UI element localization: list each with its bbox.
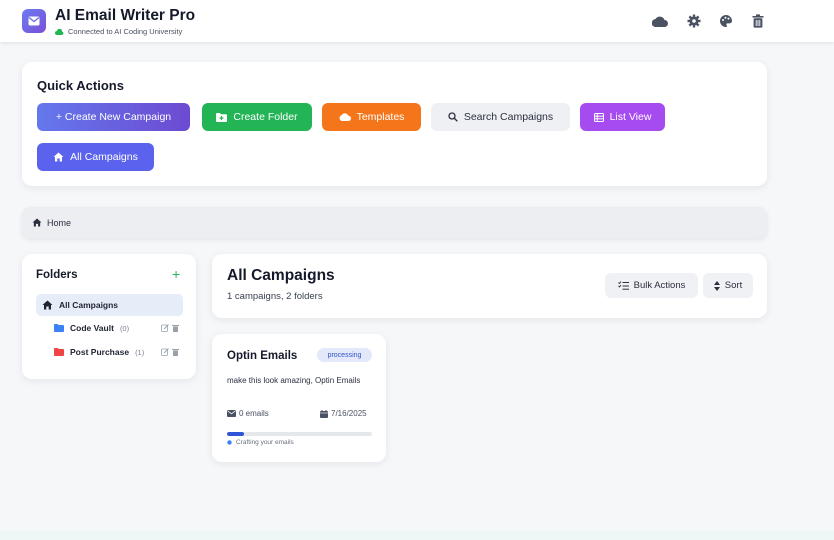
home-icon [42,300,53,310]
connection-status: Connected to AI Coding University [55,27,182,36]
progress-status: Crafting your emails [227,439,294,446]
bulk-actions-button[interactable]: Bulk Actions [605,273,698,298]
folder-count: (1) [135,347,145,357]
list-view-button[interactable]: List View [580,103,665,131]
edit-icon[interactable] [161,324,169,332]
templates-label: Templates [356,111,405,123]
folder-icon [54,324,64,332]
home-icon [32,218,42,227]
bulk-actions-label: Bulk Actions [633,280,686,291]
folder-name: Code Vault [70,323,114,333]
breadcrumb-home[interactable]: Home [47,218,71,228]
all-campaigns-button[interactable]: All Campaigns [37,143,154,171]
page-title: All Campaigns [227,267,335,284]
checklist-icon [617,281,629,290]
folder-item-post-purchase[interactable]: Post Purchase (1) [54,345,144,359]
campaign-email-count: 0 emails [227,409,269,418]
folder-actions [161,324,179,332]
create-campaign-label: + Create New Campaign [55,111,172,123]
search-campaigns-label: Search Campaigns [463,111,554,123]
list-view-label: List View [609,111,652,123]
trash-icon[interactable] [172,324,179,332]
date-label: 7/16/2025 [331,409,367,418]
folder-actions [161,348,179,356]
create-campaign-button[interactable]: + Create New Campaign [37,103,190,131]
sort-label: Sort [724,280,743,291]
folder-item-code-vault[interactable]: Code Vault (0) [54,321,129,335]
trash-icon[interactable] [750,13,766,29]
mail-icon [22,9,46,33]
sort-icon [713,280,720,291]
search-icon [448,112,458,122]
folder-all-label: All Campaigns [59,300,119,310]
folders-title: Folders [36,269,78,281]
status-dot-icon [227,440,232,445]
folder-count: (0) [119,323,130,333]
folder-name: Post Purchase [70,347,130,357]
folder-plus-icon [216,112,228,122]
app-title: AI Email Writer Pro [55,7,196,24]
envelope-icon [227,410,236,417]
folder-item-all-campaigns[interactable]: All Campaigns [36,294,183,316]
palette-icon[interactable] [718,13,734,29]
connection-label: Connected to AI Coding University [68,27,183,36]
progress-fill [227,432,245,436]
campaign-date: 7/16/2025 [320,409,367,418]
cloud-icon [339,113,351,121]
cloud-icon[interactable] [652,13,668,29]
create-folder-label: Create Folder [233,111,298,123]
breadcrumb: Home [22,207,767,238]
email-count-label: 0 emails [239,409,269,418]
gear-icon[interactable] [686,13,702,29]
quick-actions-title: Quick Actions [37,78,124,93]
templates-button[interactable]: Templates [322,103,421,131]
progress-status-label: Crafting your emails [236,439,294,446]
search-campaigns-button[interactable]: Search Campaigns [431,103,570,131]
add-folder-button[interactable]: + [172,266,180,282]
campaign-progress-bar [227,432,372,436]
edit-icon[interactable] [161,348,169,356]
trash-icon[interactable] [172,348,179,356]
campaign-description: make this look amazing, Optin Emails [227,376,361,385]
all-campaigns-label: All Campaigns [70,151,138,163]
folder-icon [54,348,64,356]
campaign-name: Optin Emails [227,350,298,362]
calendar-icon [320,409,328,418]
footer-bar [0,531,834,540]
app-header: AI Email Writer Pro Connected to AI Codi… [0,0,834,42]
list-icon [593,112,604,122]
create-folder-button[interactable]: Create Folder [202,103,312,131]
home-icon [53,152,64,162]
page-subtitle: 1 campaigns, 2 folders [227,291,323,302]
cloud-icon [55,28,64,35]
status-badge: processing [317,348,372,362]
sort-button[interactable]: Sort [703,273,753,298]
